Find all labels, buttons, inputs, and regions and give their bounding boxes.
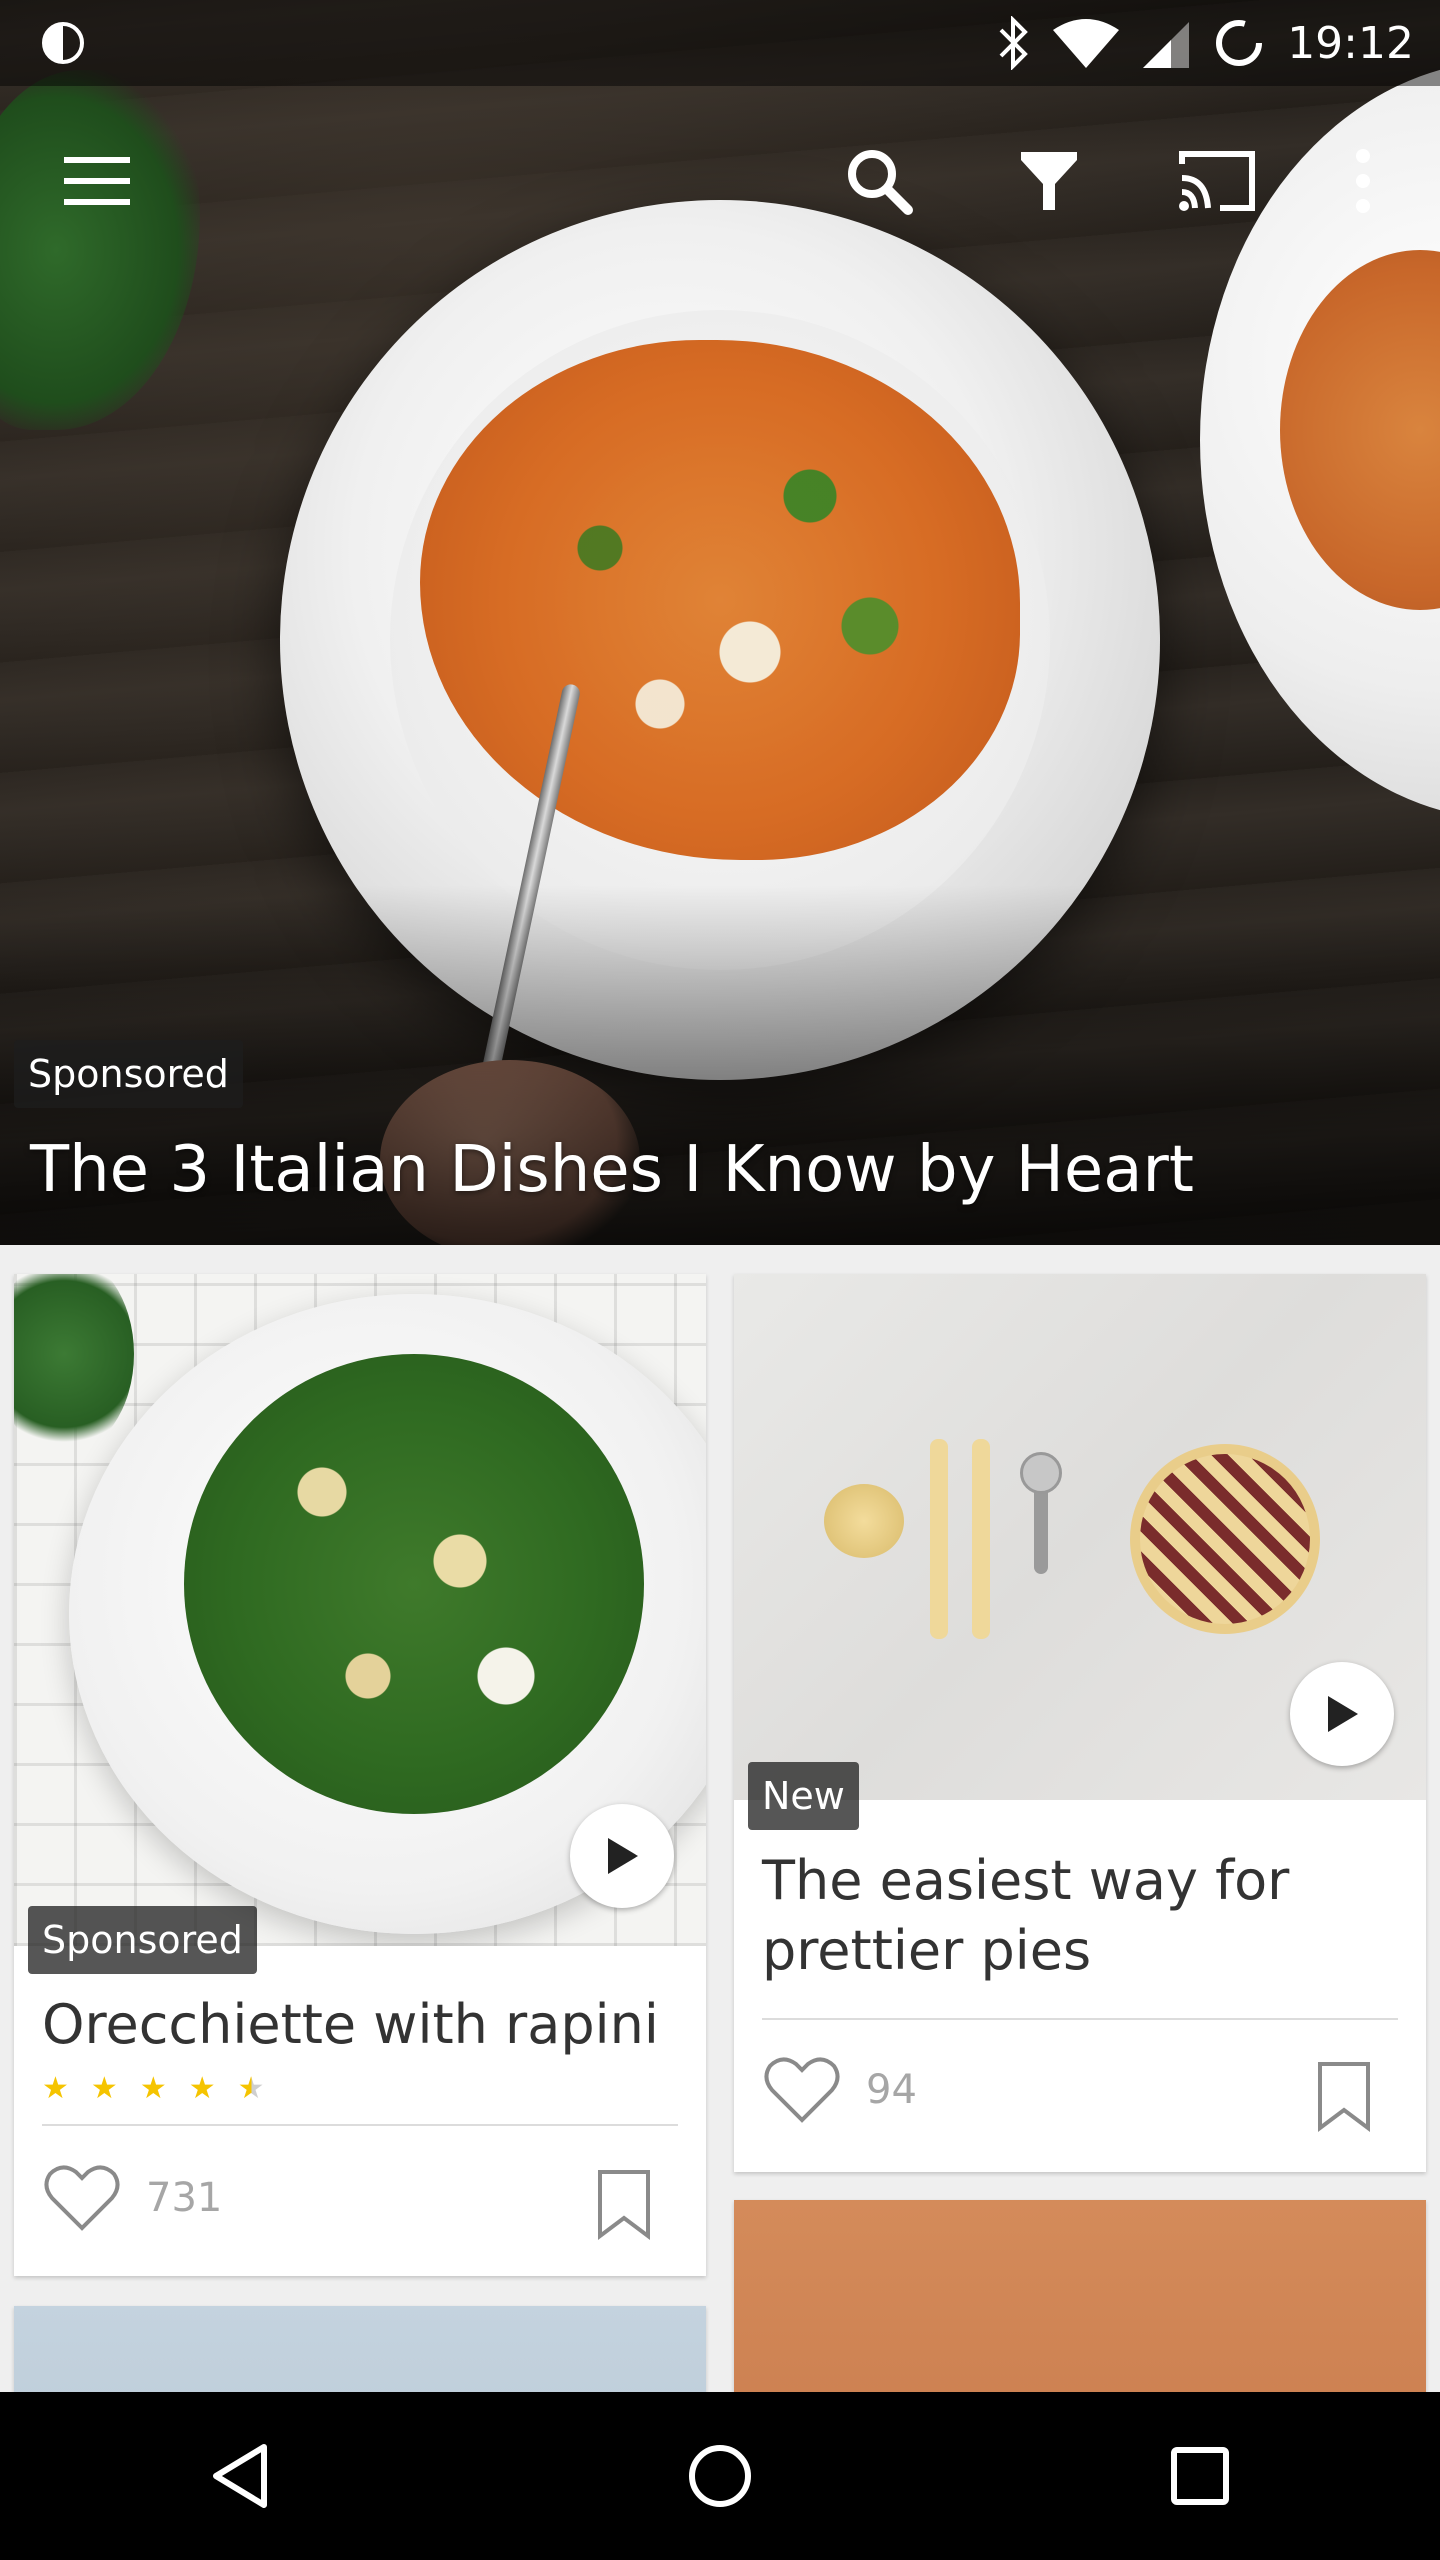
- bookmark-button[interactable]: [1316, 2060, 1372, 2136]
- star-icon: ★: [42, 2071, 69, 2106]
- signal-icon: [1143, 22, 1190, 68]
- bookmark-button[interactable]: [596, 2168, 652, 2244]
- recipe-card[interactable]: Sponsored Orecchiette with rapini ★ ★ ★ …: [14, 1274, 706, 2276]
- status-clock: 19:12: [1287, 17, 1414, 69]
- filter-icon: [1021, 152, 1077, 210]
- recipe-image-dough-strip: [972, 1439, 990, 1639]
- new-badge: New: [748, 1762, 859, 1830]
- star-icon: ★: [188, 2071, 216, 2106]
- card-divider: [42, 2124, 678, 2126]
- play-video-button[interactable]: [570, 1804, 674, 1908]
- bookmark-icon: [1318, 2062, 1370, 2132]
- back-button[interactable]: [170, 2406, 310, 2546]
- hero-sponsored-badge: Sponsored: [14, 1040, 243, 1108]
- like-count: 94: [866, 2067, 917, 2113]
- sync-icon: [1216, 20, 1263, 66]
- rating-stars: ★ ★ ★ ★ ★: [42, 2074, 265, 2104]
- home-button[interactable]: [650, 2406, 790, 2546]
- menu-button[interactable]: [42, 126, 152, 236]
- app-root: Sponsored The 3 Italian Dishes I Know by…: [0, 0, 1440, 2560]
- sponsored-badge: Sponsored: [28, 1906, 257, 1974]
- recipe-image-pie: [1140, 1454, 1310, 1624]
- more-options-button[interactable]: [1308, 126, 1418, 236]
- recipe-image-food: [184, 1354, 644, 1814]
- hero-title[interactable]: The 3 Italian Dishes I Know by Heart: [30, 1125, 1194, 1215]
- star-icon: ★: [139, 2071, 167, 2106]
- more-icon: [1356, 149, 1370, 213]
- brightness-icon: [42, 22, 84, 64]
- recipe-image-dough: [824, 1484, 904, 1558]
- status-bar: 19:12: [0, 0, 1440, 86]
- recipe-image-cutter-wheel: [1020, 1452, 1062, 1494]
- cast-button[interactable]: [1162, 126, 1272, 236]
- home-icon: [689, 2445, 751, 2507]
- wifi-icon: [1053, 19, 1120, 68]
- recipe-image-leaf: [14, 1274, 134, 1454]
- heart-icon[interactable]: [762, 2054, 842, 2126]
- recipe-title[interactable]: The easiest way for prettier pies: [762, 1846, 1402, 1986]
- recipe-title[interactable]: Orecchiette with rapini: [42, 1990, 659, 2060]
- star-icon: ★: [90, 2071, 118, 2106]
- recipe-image-dough-strip: [930, 1439, 948, 1639]
- top-toolbar: [0, 86, 1440, 286]
- bluetooth-icon: [999, 16, 1029, 70]
- system-nav-bar: [0, 2392, 1440, 2560]
- like-group: 94: [762, 2054, 917, 2126]
- like-count: 731: [146, 2175, 223, 2221]
- play-video-button[interactable]: [1290, 1662, 1394, 1766]
- search-icon: [848, 150, 913, 215]
- play-icon: [608, 1838, 638, 1874]
- search-button[interactable]: [824, 126, 934, 236]
- play-icon: [1328, 1696, 1358, 1732]
- card-divider: [762, 2018, 1398, 2020]
- bookmark-icon: [598, 2170, 650, 2240]
- heart-icon[interactable]: [42, 2162, 122, 2234]
- recents-icon: [1171, 2447, 1229, 2505]
- back-icon: [213, 2444, 267, 2508]
- recents-button[interactable]: [1130, 2406, 1270, 2546]
- cast-icon: [1179, 151, 1255, 211]
- half-star-icon: ★: [237, 2071, 265, 2106]
- like-group: 731: [42, 2162, 222, 2234]
- menu-icon: [64, 157, 130, 205]
- recipe-card[interactable]: New The easiest way for prettier pies 94: [734, 1274, 1426, 2172]
- filter-button[interactable]: [994, 126, 1104, 236]
